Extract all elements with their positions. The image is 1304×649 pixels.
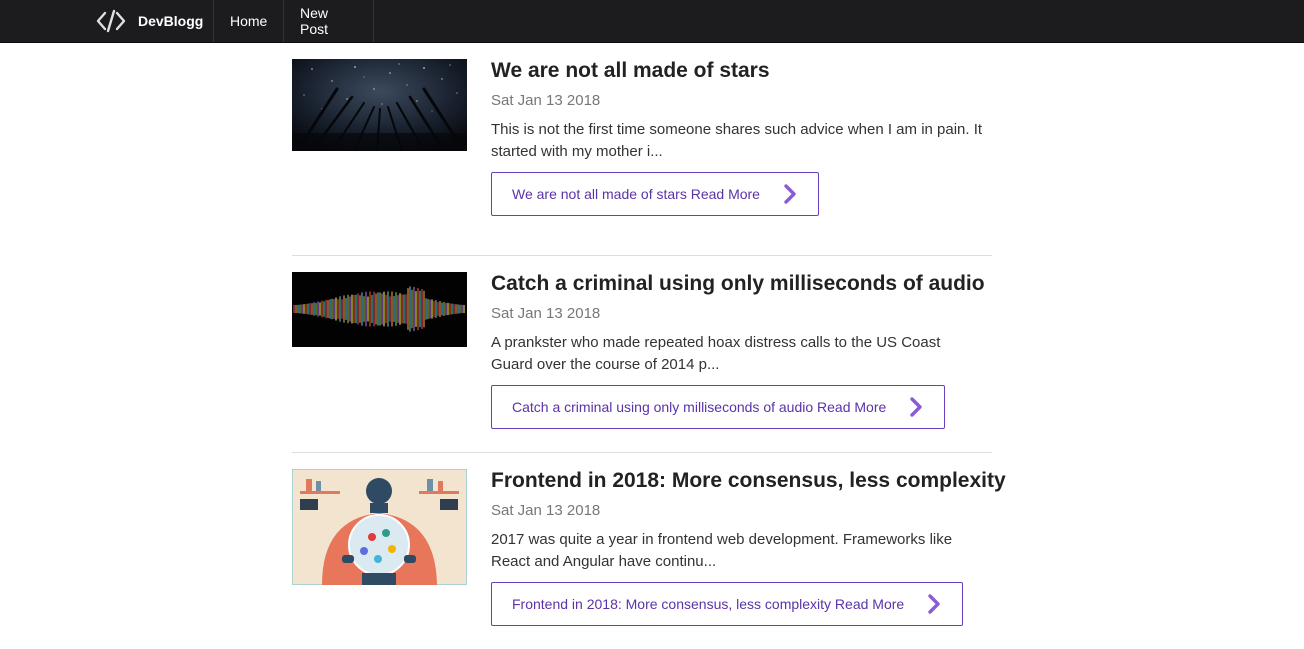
post-list: We are not all made of stars Sat Jan 13 … <box>292 59 1006 649</box>
night-forest-stars-image[interactable] <box>292 59 467 151</box>
post-title[interactable]: Frontend in 2018: More consensus, less c… <box>491 469 1006 493</box>
chevron-right-icon <box>928 594 940 614</box>
read-more-label: We are not all made of stars Read More <box>512 186 760 202</box>
read-more-button[interactable]: We are not all made of stars Read More <box>491 172 819 216</box>
nav-new-post-link[interactable]: New Post <box>284 0 374 42</box>
post-item: Frontend in 2018: More consensus, less c… <box>292 452 1006 649</box>
post-item: We are not all made of stars Sat Jan 13 … <box>292 59 992 255</box>
brand[interactable]: DevBlogg <box>96 0 214 42</box>
read-more-label: Frontend in 2018: More consensus, less c… <box>512 596 905 612</box>
top-navbar: DevBlogg Home New Post <box>0 0 1304 43</box>
post-excerpt: 2017 was quite a year in frontend web de… <box>491 531 953 570</box>
post-content: Catch a criminal using only milliseconds… <box>491 272 991 429</box>
post-title[interactable]: We are not all made of stars <box>491 59 991 83</box>
post-excerpt: This is not the first time someone share… <box>491 121 983 160</box>
brand-name: DevBlogg <box>138 13 204 29</box>
frontend-crystal-ball-illustration[interactable] <box>292 469 467 585</box>
post-content: Frontend in 2018: More consensus, less c… <box>491 469 1006 626</box>
post-excerpt: A prankster who made repeated hoax distr… <box>491 334 941 373</box>
read-more-label: Catch a criminal using only milliseconds… <box>512 399 887 415</box>
read-more-button[interactable]: Catch a criminal using only milliseconds… <box>491 385 946 429</box>
post-title[interactable]: Catch a criminal using only milliseconds… <box>491 272 991 296</box>
audio-waveform-image[interactable] <box>292 272 467 347</box>
chevron-right-icon <box>910 397 922 417</box>
post-content: We are not all made of stars Sat Jan 13 … <box>491 59 991 216</box>
code-brackets-icon <box>96 9 126 33</box>
read-more-button[interactable]: Frontend in 2018: More consensus, less c… <box>491 582 964 626</box>
nav-home-link[interactable]: Home <box>214 0 284 42</box>
post-date: Sat Jan 13 2018 <box>491 502 601 519</box>
post-date: Sat Jan 13 2018 <box>491 305 601 322</box>
post-item: Catch a criminal using only milliseconds… <box>292 255 992 452</box>
chevron-right-icon <box>784 184 796 204</box>
post-date: Sat Jan 13 2018 <box>491 92 601 109</box>
